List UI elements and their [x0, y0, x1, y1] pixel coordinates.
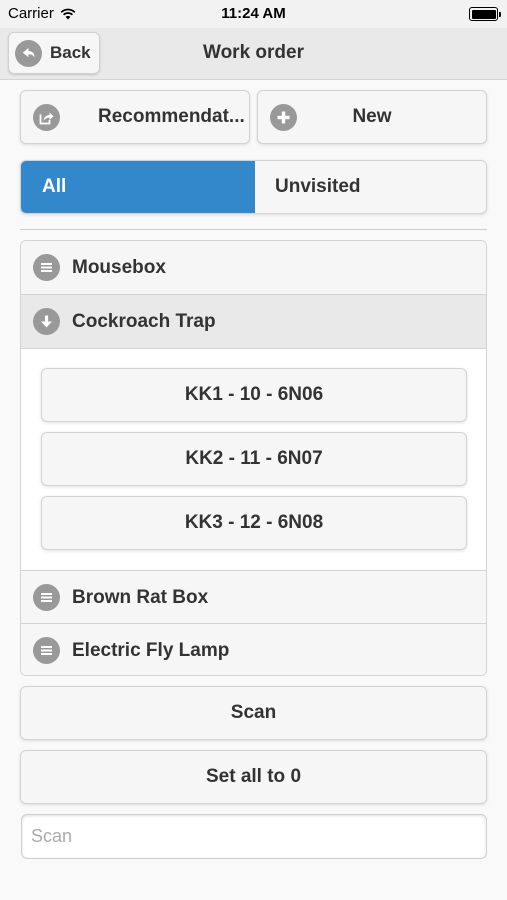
recommendations-button[interactable]: Recommendat...: [20, 90, 250, 144]
set-all-zero-button[interactable]: Set all to 0: [20, 750, 487, 804]
filter-all-tab[interactable]: All: [21, 161, 255, 213]
list-icon: [33, 584, 60, 611]
category-row-mousebox[interactable]: Mousebox: [21, 241, 486, 294]
trap-item-button[interactable]: KK2 - 11 - 6N07: [41, 432, 467, 486]
status-bar: Carrier 11:24 AM: [0, 0, 507, 28]
filter-unvisited-tab[interactable]: Unvisited: [255, 161, 486, 213]
row-divider: [21, 348, 486, 349]
recommendation-icon: [33, 103, 60, 131]
divider: [20, 229, 487, 230]
trap-item-button[interactable]: KK1 - 10 - 6N06: [41, 368, 467, 422]
trap-item-button[interactable]: KK3 - 12 - 6N08: [41, 496, 467, 550]
arrow-down-icon: [33, 308, 60, 335]
page-title: Work order: [202, 42, 304, 63]
scan-button[interactable]: Scan: [20, 686, 487, 740]
clock: 11:24 AM: [221, 5, 286, 22]
scan-input[interactable]: [21, 814, 487, 859]
category-label: Mousebox: [72, 256, 166, 278]
new-button[interactable]: New: [257, 90, 487, 144]
filter-segmented-control: All Unvisited: [20, 160, 487, 214]
list-icon: [33, 254, 60, 281]
list-icon: [33, 637, 60, 664]
new-label: New: [352, 106, 392, 127]
recommendations-label: Recommendat...: [98, 106, 245, 127]
category-row-brown-rat-box[interactable]: Brown Rat Box: [21, 571, 486, 624]
category-label: Cockroach Trap: [72, 310, 216, 332]
category-list: Mousebox Cockroach Trap KK1 - 10 - 6N06 …: [20, 240, 487, 676]
battery-icon: [469, 7, 501, 21]
category-label: Electric Fly Lamp: [72, 639, 230, 661]
plus-icon: [270, 103, 297, 131]
nav-header: Back Work order: [0, 28, 507, 80]
category-row-cockroach-trap[interactable]: Cockroach Trap: [21, 295, 486, 348]
category-row-electric-fly-lamp[interactable]: Electric Fly Lamp: [21, 624, 486, 675]
category-label: Brown Rat Box: [72, 586, 209, 608]
